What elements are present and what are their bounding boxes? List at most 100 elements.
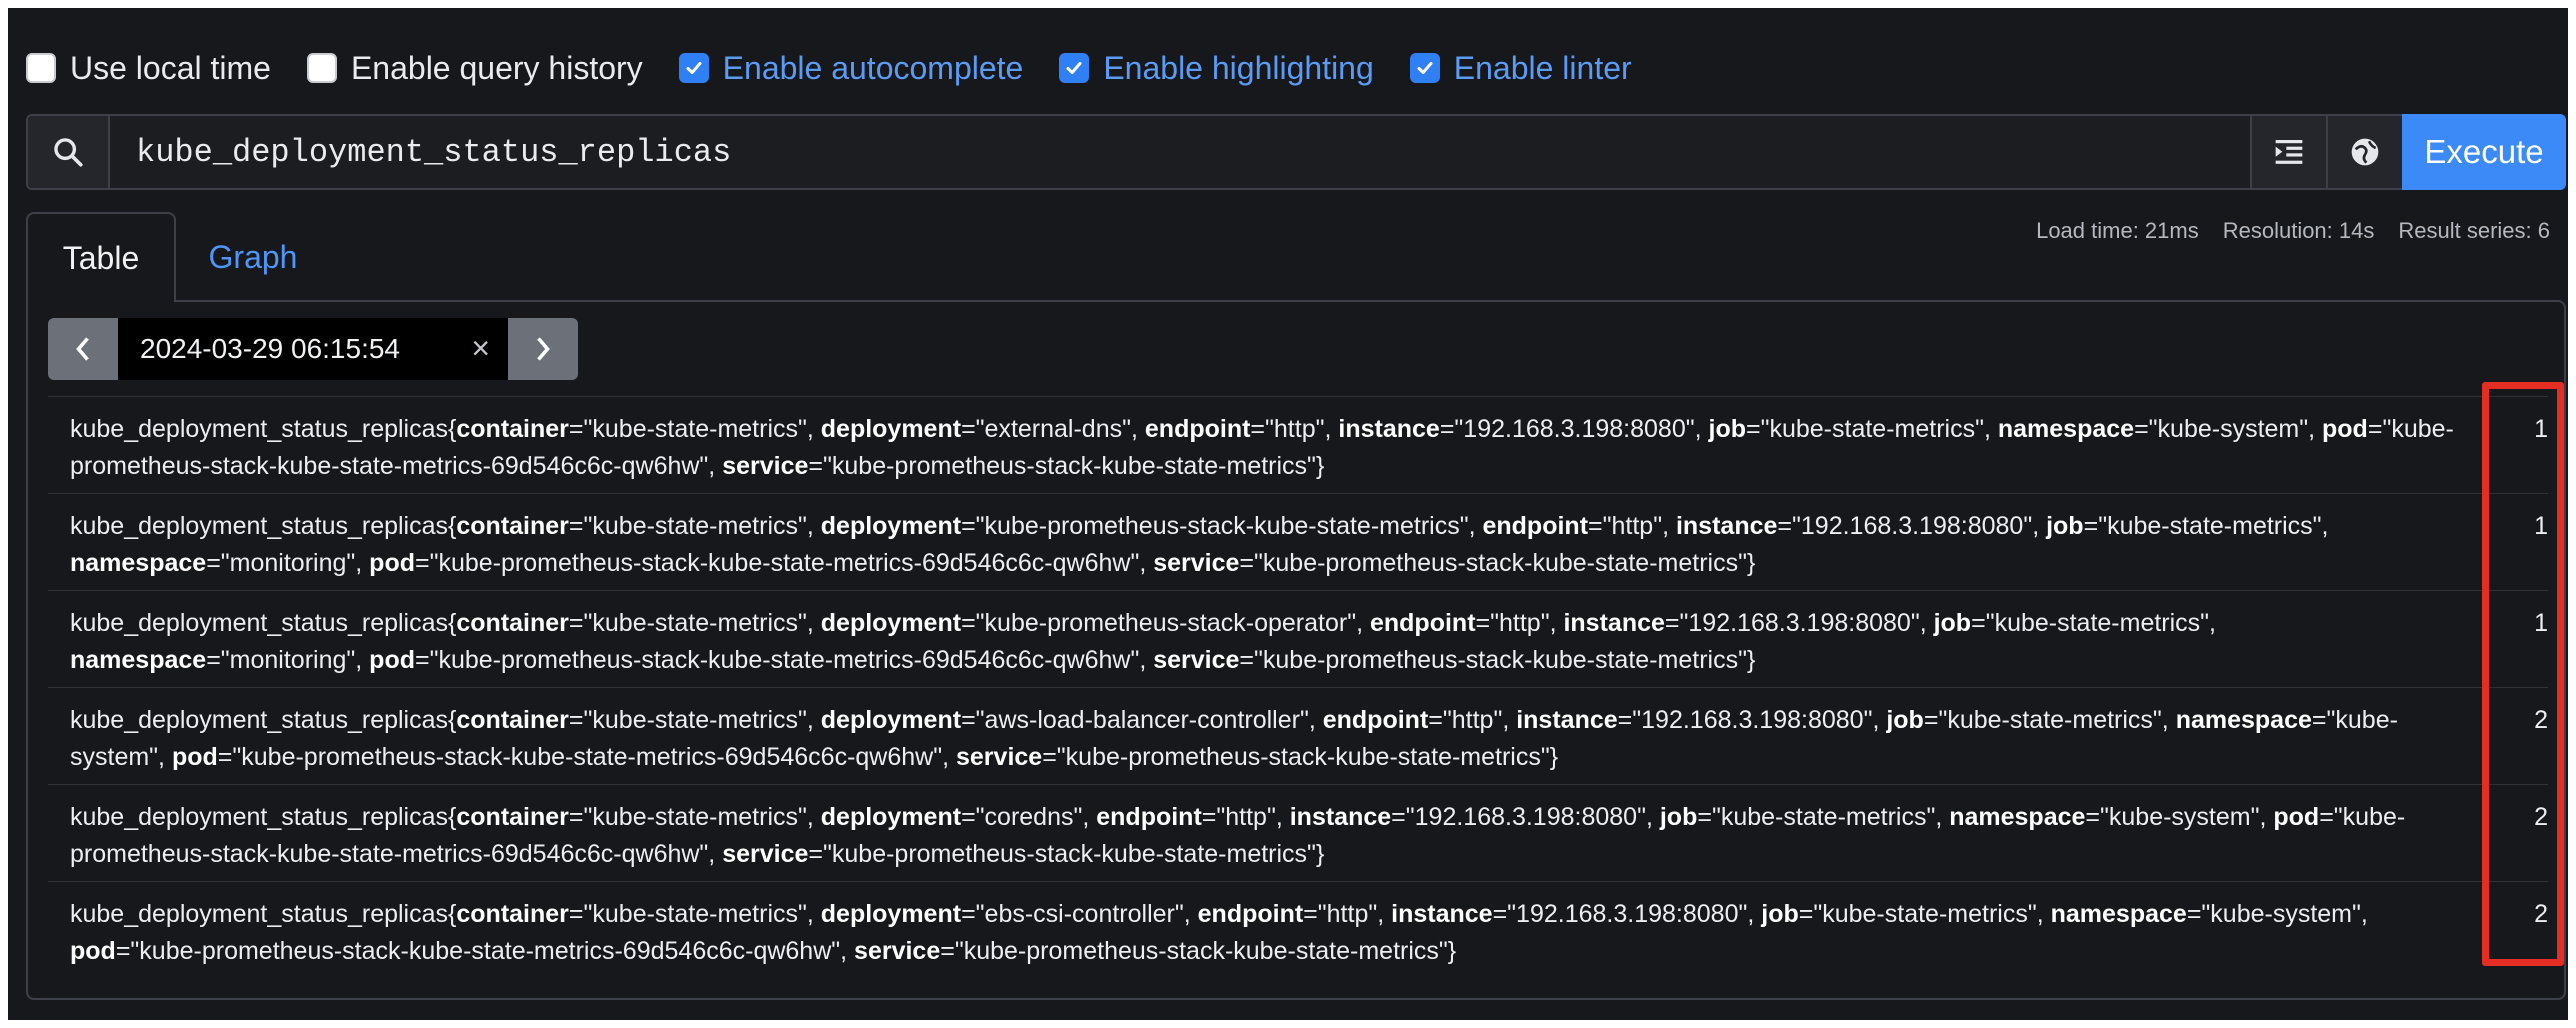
label-name: job	[1708, 415, 1747, 443]
label-value: ="192.168.3.198:8080",	[1492, 900, 1762, 928]
label-value: ="192.168.3.198:8080",	[1439, 415, 1709, 443]
label-value: ="192.168.3.198:8080",	[1777, 512, 2047, 540]
label-name: pod	[2273, 803, 2320, 831]
query-options: Use local time Enable query history Enab…	[26, 44, 1668, 92]
format-query-icon[interactable]	[2250, 116, 2326, 188]
label-value: ="kube-state-metrics",	[1697, 803, 1950, 831]
label-name: endpoint	[1096, 803, 1202, 831]
option-label: Enable autocomplete	[722, 49, 1024, 86]
label-value: ="kube-state-metrics",	[568, 415, 821, 443]
label-name: container	[456, 706, 569, 734]
label-value: ="kube-system",	[2085, 803, 2274, 831]
label-value: ="monitoring",	[206, 646, 370, 674]
label-name: pod	[369, 646, 415, 674]
label-name: pod	[369, 549, 415, 577]
option-enable-highlighting[interactable]: Enable highlighting	[1059, 50, 1374, 87]
label-name: container	[456, 803, 569, 831]
execute-button[interactable]: Execute	[2402, 114, 2566, 190]
label-name: instance	[1338, 415, 1440, 443]
label-value: ="kube-state-metrics",	[1746, 415, 1998, 443]
tab-table[interactable]: Table	[26, 212, 176, 302]
table-row: kube_deployment_status_replicas{containe…	[48, 396, 2548, 493]
checkbox[interactable]	[26, 53, 56, 83]
option-label: Enable query history	[350, 49, 643, 86]
label-value: ="kube-prometheus-stack-kube-state-metri…	[961, 512, 1483, 540]
label-name: namespace	[2050, 900, 2187, 928]
chevron-left-icon[interactable]	[48, 318, 118, 380]
label-value: ="kube-prometheus-stack-kube-state-metri…	[1239, 646, 1747, 674]
tab-graph[interactable]: Graph	[178, 212, 328, 302]
label-name: container	[456, 900, 569, 928]
label-value: ="kube-state-metrics",	[1798, 900, 2051, 928]
label-value: ="kube-state-metrics",	[568, 803, 821, 831]
label-name: pod	[171, 743, 218, 771]
label-value: ="ebs-csi-controller",	[961, 900, 1198, 928]
label-value: ="kube-state-metrics",	[568, 609, 821, 637]
label-name: service	[722, 452, 809, 480]
label-name: deployment	[820, 803, 962, 831]
option-enable-query-history[interactable]: Enable query history	[306, 49, 643, 87]
table-panel: 2024-03-29 06:15:54 × kube_deployment_st…	[26, 300, 2566, 1000]
label-name: instance	[1391, 900, 1493, 928]
label-name: service	[854, 937, 941, 965]
label-value: ="kube-prometheus-stack-kube-state-metri…	[217, 743, 956, 771]
series-labels: kube_deployment_status_replicas{containe…	[70, 415, 2454, 480]
label-value: ="kube-state-metrics",	[568, 512, 821, 540]
label-value: ="kube-prometheus-stack-kube-state-metri…	[940, 937, 1448, 965]
series-value: 1	[2534, 512, 2548, 540]
label-name: deployment	[820, 609, 962, 637]
chevron-right-icon[interactable]	[508, 318, 578, 380]
label-name: container	[456, 609, 569, 637]
label-name: container	[456, 512, 569, 540]
label-name: deployment	[820, 706, 962, 734]
label-name: job	[1886, 706, 1924, 734]
label-name: deployment	[820, 900, 962, 928]
label-name: job	[1933, 609, 1972, 637]
option-use-local-time[interactable]: Use local time	[26, 50, 271, 87]
query-input[interactable]: kube_deployment_status_replicas	[110, 116, 2250, 188]
label-value: ="http",	[1250, 415, 1339, 443]
label-name: instance	[1516, 706, 1618, 734]
label-name: endpoint	[1369, 609, 1476, 637]
option-enable-linter[interactable]: Enable linter	[1409, 50, 1632, 87]
option-enable-autocomplete[interactable]: Enable autocomplete	[678, 49, 1024, 87]
results-table: kube_deployment_status_replicas{containe…	[48, 396, 2548, 978]
label-name: service	[956, 743, 1043, 771]
label-value: ="aws-load-balancer-controller",	[961, 706, 1323, 734]
label-name: instance	[1675, 512, 1778, 540]
label-name: service	[722, 840, 809, 868]
series-value: 1	[2534, 415, 2548, 443]
checkbox[interactable]	[1059, 53, 1090, 83]
evaluation-time-input[interactable]: 2024-03-29 06:15:54 ×	[118, 318, 508, 380]
label-value: ="kube-prometheus-stack-kube-state-metri…	[115, 937, 855, 965]
checkbox[interactable]	[1409, 53, 1440, 83]
label-name: endpoint	[1197, 900, 1304, 928]
label-name: job	[2046, 512, 2084, 540]
label-name: namespace	[70, 646, 207, 674]
metrics-explorer-icon[interactable]	[2326, 116, 2402, 188]
label-name: endpoint	[1322, 706, 1429, 734]
label-name: namespace	[1949, 803, 2086, 831]
series-value: 1	[2534, 609, 2548, 637]
label-value: ="192.168.3.198:8080",	[1391, 803, 1660, 831]
label-name: endpoint	[1144, 415, 1251, 443]
label-name: namespace	[1997, 415, 2135, 443]
label-value: ="kube-state-metrics",	[568, 706, 821, 734]
resolution: Resolution: 14s	[2222, 218, 2375, 243]
label-value: ="kube-prometheus-stack-kube-state-metri…	[808, 840, 1316, 868]
series-labels: kube_deployment_status_replicas{containe…	[70, 900, 2368, 965]
label-name: container	[456, 415, 569, 443]
checkbox[interactable]	[678, 53, 709, 83]
label-value: ="http",	[1303, 900, 1392, 928]
label-value: ="kube-prometheus-stack-kube-state-metri…	[415, 549, 1154, 577]
label-value: ="coredns",	[961, 803, 1097, 831]
series-labels: kube_deployment_status_replicas{containe…	[70, 706, 2398, 771]
label-value: ="192.168.3.198:8080",	[1617, 706, 1887, 734]
clear-icon[interactable]: ×	[471, 330, 490, 367]
label-value: ="kube-prometheus-stack-kube-state-metri…	[1042, 743, 1550, 771]
label-value: ="kube-system",	[2186, 900, 2368, 928]
query-bar: kube_deployment_status_replicas Execute	[26, 114, 2566, 190]
label-name: job	[1659, 803, 1698, 831]
label-value: ="kube-prometheus-stack-kube-state-metri…	[415, 646, 1154, 674]
checkbox[interactable]	[306, 53, 337, 83]
